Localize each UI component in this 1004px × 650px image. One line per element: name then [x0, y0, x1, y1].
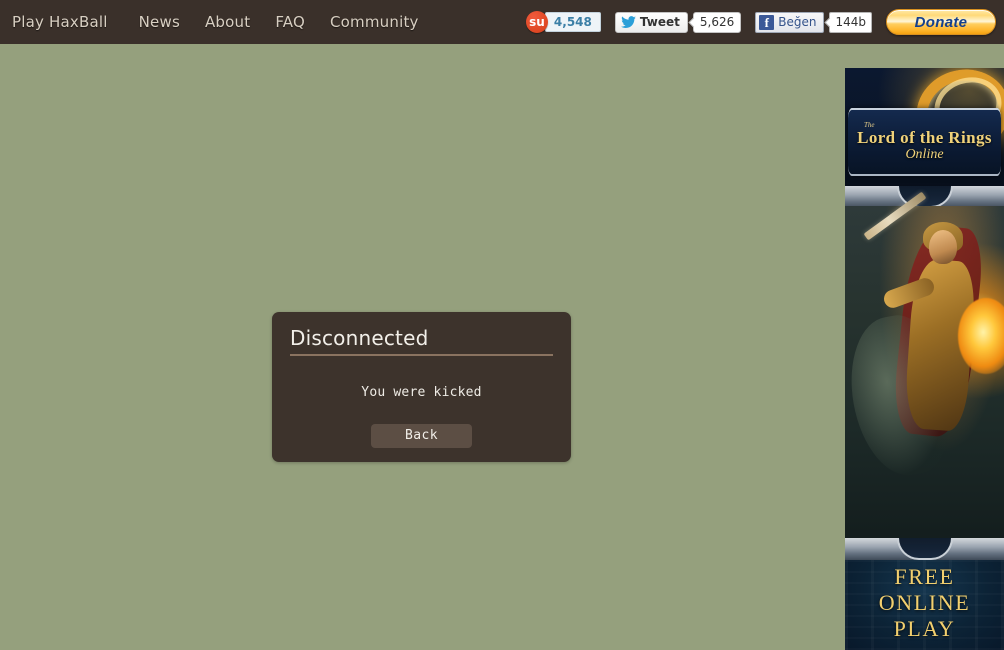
dialog-title: Disconnected — [290, 326, 429, 350]
tweet-label: Tweet — [639, 15, 680, 29]
facebook-like-label: Beğen — [778, 15, 817, 29]
nav-faq[interactable]: FAQ — [275, 13, 318, 31]
site-header: Play HaxBall News About FAQ Community su… — [0, 0, 1004, 44]
lotro-ad-banner[interactable]: The Lord of the Rings Online FREE ONLINE… — [845, 68, 1004, 650]
ad-logo-online: Online — [905, 146, 944, 162]
ad-cta-line-1: FREE — [894, 564, 955, 589]
back-button[interactable]: Back — [371, 424, 472, 448]
nav-news[interactable]: News — [139, 13, 193, 31]
ad-logo-main: Lord of the Rings — [857, 127, 992, 147]
twitter-widget[interactable]: Tweet 5,626 — [614, 11, 742, 33]
donate-label: Donate — [914, 13, 968, 31]
donate-button[interactable]: Donate — [886, 9, 996, 35]
twitter-bird-icon — [620, 15, 636, 28]
dialog-title-separator — [290, 354, 553, 356]
game-area: Disconnected You were kicked Back — [0, 44, 844, 650]
dialog-message: You were kicked — [361, 385, 482, 400]
facebook-f-icon: f — [759, 14, 775, 30]
ad-logo-panel: The Lord of the Rings Online — [845, 68, 1004, 196]
ad-logo-plate: The Lord of the Rings Online — [848, 108, 1001, 176]
stumbleupon-count[interactable]: 4,548 — [544, 12, 601, 32]
tweet-button[interactable]: Tweet — [614, 11, 688, 33]
stumbleupon-icon[interactable]: su — [525, 11, 548, 33]
main-navigation: Play HaxBall News About FAQ Community — [12, 0, 444, 44]
tweet-count[interactable]: 5,626 — [692, 11, 742, 33]
ad-artwork — [845, 191, 1004, 544]
facebook-like-button[interactable]: f Beğen — [755, 11, 825, 33]
nav-about[interactable]: About — [205, 13, 263, 31]
stumbleupon-widget[interactable]: su 4,548 — [525, 11, 601, 33]
facebook-like-count[interactable]: 144b — [829, 11, 872, 33]
disconnected-dialog: Disconnected You were kicked Back — [272, 312, 571, 462]
page-root: Play HaxBall News About FAQ Community su… — [0, 0, 1004, 650]
nav-play-haxball[interactable]: Play HaxBall — [12, 13, 121, 31]
ad-cta-panel: FREE ONLINE PLAY — [845, 560, 1004, 650]
facebook-widget[interactable]: f Beğen 144b — [755, 11, 872, 33]
ad-cta-line-2: ONLINE — [878, 590, 971, 615]
ad-character-head — [929, 230, 957, 264]
ad-cta-line-3: PLAY — [893, 616, 956, 641]
stumbleupon-glyph: su — [529, 15, 545, 29]
nav-community[interactable]: Community — [330, 13, 432, 31]
social-widgets: su 4,548 Tweet 5,626 f Beğen 144b Donate — [525, 0, 996, 44]
